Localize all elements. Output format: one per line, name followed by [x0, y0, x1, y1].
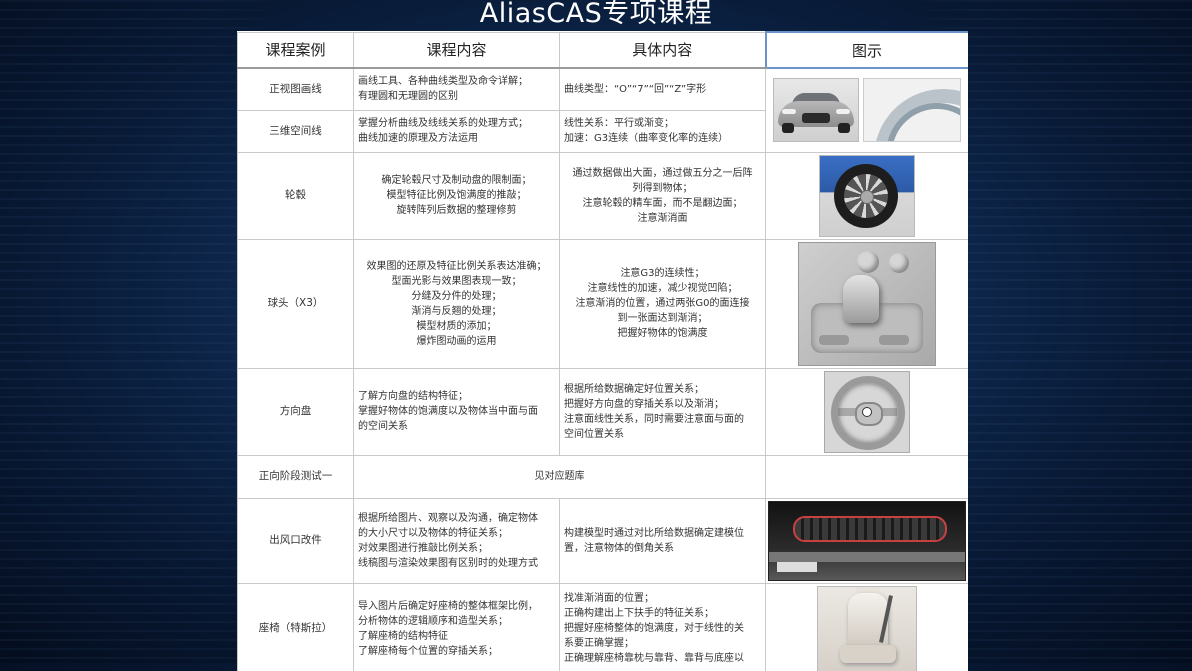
detail-line: 置，注意物体的倒角关系 [564, 541, 761, 556]
image-cell [766, 239, 969, 368]
detail-line: 注意线性的加速，减少视觉凹陷； [564, 281, 761, 296]
detail-line: 正确构建出上下扶手的特征关系； [564, 606, 761, 621]
detail-line: 空间位置关系 [564, 427, 761, 442]
detail-cell: 通过数据做出大面，通过做五分之一后阵 列得到物体； 注意轮毂的精车面，而不是翻边… [560, 152, 766, 239]
content-cell: 确定轮毂尺寸及制动盘的限制面； 模型特征比例及饱满度的推敲； 旋转阵列后数据的整… [354, 152, 560, 239]
case-cell: 方向盘 [238, 368, 354, 455]
content-line: 根据所给图片、观察以及沟通，确定物体 [358, 511, 555, 526]
header-content: 课程内容 [354, 32, 560, 68]
car-seat-image [817, 586, 917, 671]
detail-line: 根据所给数据确定好位置关系； [564, 382, 761, 397]
detail-line: 把握好座椅整体的饱满度，对于线性的关 [564, 621, 761, 636]
detail-cell: 找准渐消面的位置； 正确构建出上下扶手的特征关系； 把握好座椅整体的饱满度，对于… [560, 583, 766, 671]
detail-line: 系要正确掌握； [564, 636, 761, 651]
detail-line: 列得到物体； [564, 181, 761, 196]
content-line: 分缝及分件的处理； [358, 289, 555, 304]
case-cell: 球头（X3） [238, 239, 354, 368]
detail-line: 正确理解座椅靠枕与靠背、靠背与底座以 [564, 651, 761, 666]
content-cell: 导入图片后确定好座椅的整体框架比例， 分析物体的逻辑顺序和造型关系； 了解座椅的… [354, 583, 560, 671]
car-front-view-image [773, 78, 859, 142]
content-line: 的大小尺寸以及物体的特征关系； [358, 526, 555, 541]
detail-line: 注意渐消面 [564, 211, 761, 226]
content-line: 分析物体的逻辑顺序和造型关系； [358, 614, 555, 629]
case-cell: 三维空间线 [238, 110, 354, 152]
case-cell: 座椅（特斯拉） [238, 583, 354, 671]
content-line: 渐消与反翘的处理； [358, 304, 555, 319]
detail-line: 把握好物体的饱满度 [564, 326, 761, 341]
content-line: 模型材质的添加； [358, 319, 555, 334]
air-vent-image [768, 501, 966, 581]
content-line: 对效果图进行推敲比例关系； [358, 541, 555, 556]
gear-shifter-image [798, 242, 936, 366]
detail-line: 到一张面达到渐消； [564, 311, 761, 326]
course-table: 课程案例 课程内容 具体内容 图示 正视图画线 画线工具、各种曲线类型及命令详解… [237, 31, 968, 671]
content-line: 模型特征比例及饱满度的推敲； [358, 188, 555, 203]
content-cell: 效果图的还原及特征比例关系表达准确； 型面光影与效果图表现一致； 分缝及分件的处… [354, 239, 560, 368]
course-table-sheet: 课程案例 课程内容 具体内容 图示 正视图画线 画线工具、各种曲线类型及命令详解… [237, 31, 968, 671]
table-row: 正视图画线 画线工具、各种曲线类型及命令详解； 有理圆和无理圆的区别 曲线类型：… [238, 68, 969, 110]
detail-line: 曲线类型：“O”“7”“回”“Z”字形 [564, 82, 761, 97]
detail-line: 加速：G3连续（曲率变化率的连续） [564, 131, 761, 146]
header-case: 课程案例 [238, 32, 354, 68]
detail-cell: 构建模型时通过对比所给数据确定建模位 置，注意物体的倒角关系 [560, 498, 766, 583]
detail-line: 注意轮毂的精车面，而不是翻边面； [564, 196, 761, 211]
table-row: 出风口改件 根据所给图片、观察以及沟通，确定物体 的大小尺寸以及物体的特征关系；… [238, 498, 969, 583]
case-cell: 出风口改件 [238, 498, 354, 583]
content-line: 有理圆和无理圆的区别 [358, 89, 555, 104]
content-line: 曲线加速的原理及方法运用 [358, 131, 555, 146]
detail-line: 注意G3的连续性； [564, 266, 761, 281]
image-cell [766, 152, 969, 239]
case-cell: 正向阶段测试一 [238, 455, 354, 498]
header-image[interactable]: 图示 [766, 32, 969, 68]
table-row: 座椅（特斯拉） 导入图片后确定好座椅的整体框架比例， 分析物体的逻辑顺序和造型关… [238, 583, 969, 671]
content-line: 导入图片后确定好座椅的整体框架比例， [358, 599, 555, 614]
table-row: 正向阶段测试一 见对应题库 [238, 455, 969, 498]
case-cell: 正视图画线 [238, 68, 354, 110]
image-cell [766, 368, 969, 455]
content-line: 的空间关系 [358, 419, 555, 434]
image-cell [766, 455, 969, 498]
image-cell [766, 583, 969, 671]
header-detail: 具体内容 [560, 32, 766, 68]
detail-line: 线性关系：平行或渐变； [564, 116, 761, 131]
content-line: 掌握分析曲线及线线关系的处理方式； [358, 116, 555, 131]
content-line: 了解座椅每个位置的穿插关系； [358, 644, 555, 659]
detail-line: 注意渐消的位置，通过两张G0的面连接 [564, 296, 761, 311]
content-line: 确定轮毂尺寸及制动盘的限制面； [358, 173, 555, 188]
merged-cell: 见对应题库 [354, 455, 766, 498]
content-cell: 画线工具、各种曲线类型及命令详解； 有理圆和无理圆的区别 [354, 68, 560, 110]
content-cell: 掌握分析曲线及线线关系的处理方式； 曲线加速的原理及方法运用 [354, 110, 560, 152]
detail-line: 把握好方向盘的穿插关系以及渐消； [564, 397, 761, 412]
table-row: 球头（X3） 效果图的还原及特征比例关系表达准确； 型面光影与效果图表现一致； … [238, 239, 969, 368]
detail-cell: 注意G3的连续性； 注意线性的加速，减少视觉凹陷； 注意渐消的位置，通过两张G0… [560, 239, 766, 368]
content-line: 了解方向盘的结构特征； [358, 389, 555, 404]
content-line: 爆炸图动画的运用 [358, 334, 555, 349]
detail-line: 通过数据做出大面，通过做五分之一后阵 [564, 166, 761, 181]
table-header-row: 课程案例 课程内容 具体内容 图示 [238, 32, 969, 68]
content-line: 旋转阵列后数据的整理修剪 [358, 203, 555, 218]
content-line: 画线工具、各种曲线类型及命令详解； [358, 74, 555, 89]
detail-cell: 曲线类型：“O”“7”“回”“Z”字形 [560, 68, 766, 110]
detail-line: 找准渐消面的位置； [564, 591, 761, 606]
content-cell: 了解方向盘的结构特征； 掌握好物体的饱满度以及物体当中面与面 的空间关系 [354, 368, 560, 455]
content-line: 了解座椅的结构特征 [358, 629, 555, 644]
content-line: 型面光影与效果图表现一致； [358, 274, 555, 289]
detail-cell: 线性关系：平行或渐变； 加速：G3连续（曲率变化率的连续） [560, 110, 766, 152]
detail-line: 注意面线性关系，同时需要注意面与面的 [564, 412, 761, 427]
table-row: 方向盘 了解方向盘的结构特征； 掌握好物体的饱满度以及物体当中面与面 的空间关系… [238, 368, 969, 455]
image-cell [766, 498, 969, 583]
detail-cell: 根据所给数据确定好位置关系； 把握好方向盘的穿插关系以及渐消； 注意面线性关系，… [560, 368, 766, 455]
fender-arc-image [863, 78, 961, 142]
content-line: 效果图的还原及特征比例关系表达准确； [358, 259, 555, 274]
image-cell [766, 68, 969, 152]
table-row: 轮毂 确定轮毂尺寸及制动盘的限制面； 模型特征比例及饱满度的推敲； 旋转阵列后数… [238, 152, 969, 239]
wheel-rim-image [819, 155, 915, 237]
content-cell: 根据所给图片、观察以及沟通，确定物体 的大小尺寸以及物体的特征关系； 对效果图进… [354, 498, 560, 583]
steering-wheel-image [824, 371, 910, 453]
case-cell: 轮毂 [238, 152, 354, 239]
content-line: 掌握好物体的饱满度以及物体当中面与面 [358, 404, 555, 419]
content-line: 线稿图与渲染效果图有区别时的处理方式 [358, 556, 555, 571]
detail-line: 构建模型时通过对比所给数据确定建模位 [564, 526, 761, 541]
page-title: AliasCAS专项课程 [0, 0, 1192, 31]
